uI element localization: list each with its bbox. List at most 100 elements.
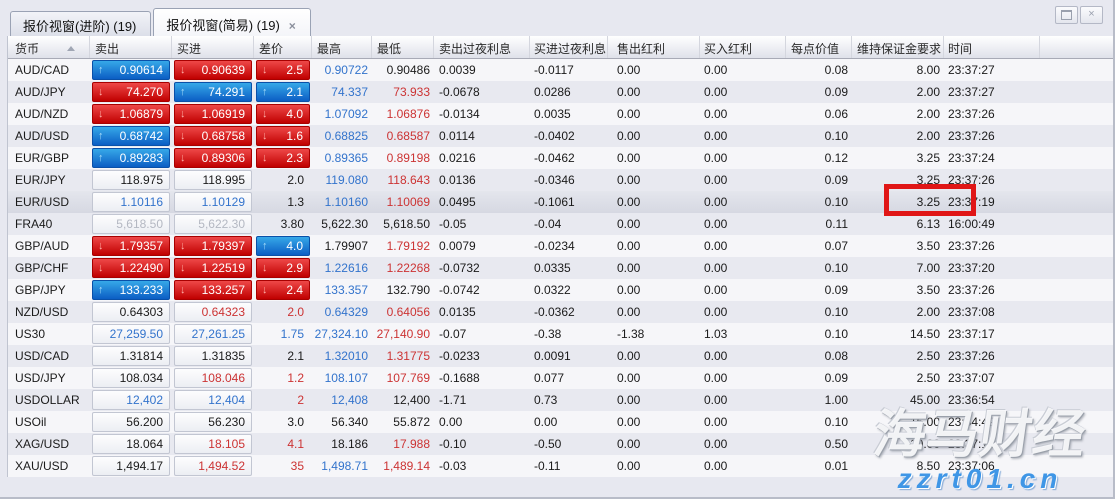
sell-dividend-value: 0.00 xyxy=(617,349,641,363)
sell-price-cell[interactable]: ↑ 0.89283 xyxy=(92,148,170,168)
buy-price-cell[interactable]: 108.046 xyxy=(174,368,252,388)
spread-cell[interactable]: ↓ 2.4 xyxy=(256,280,310,300)
spread-cell[interactable]: ↓ 4.0 xyxy=(256,104,310,124)
buy-price-cell[interactable]: 18.105 xyxy=(174,434,252,454)
price-value: 118.975 xyxy=(120,173,164,187)
sell-price-cell[interactable]: 0.64303 xyxy=(92,302,170,322)
sell-price-cell[interactable]: 1.10116 xyxy=(92,192,170,212)
quote-row[interactable]: AUD/USD ↑ 0.68742 ↓ 0.68758 ↓ 1.6 0.68825 0.6858… xyxy=(8,125,1113,147)
tab-quote-advanced[interactable]: 报价视窗(进阶) (19) xyxy=(10,11,152,36)
buy-rollover-value: -0.50 xyxy=(534,437,562,451)
margin-requirement-value: 2.00 xyxy=(916,85,940,99)
sell-price-cell[interactable]: ↓ 1.79357 xyxy=(92,236,170,256)
column-header-buy-rollover[interactable]: 买进过夜利息 xyxy=(530,36,608,58)
column-header-time[interactable]: 时间 xyxy=(944,36,1040,58)
pip-cost-value: 0.08 xyxy=(824,63,848,77)
quote-row[interactable]: XAG/USD 18.064 18.105 4.1 18.186 17.988 -0.10 -… xyxy=(8,433,1113,455)
buy-price-cell[interactable]: 1.31835 xyxy=(174,346,252,366)
quote-row[interactable]: GBP/JPY ↑ 133.233 ↓ 133.257 ↓ 2.4 133.357 132.79… xyxy=(8,279,1113,301)
sell-price-cell[interactable]: 108.034 xyxy=(92,368,170,388)
column-header-margin[interactable]: 维持保证金要求 xyxy=(852,36,944,58)
buy-price-cell[interactable]: ↓ 0.68758 xyxy=(174,126,252,146)
buy-price-cell[interactable]: 12,404 xyxy=(174,390,252,410)
buy-rollover-value: 0.077 xyxy=(534,371,565,385)
pip-cost-value: 0.07 xyxy=(824,239,848,253)
sell-price-cell[interactable]: 1,494.17 xyxy=(92,456,170,476)
buy-price-cell[interactable]: 0.64323 xyxy=(174,302,252,322)
quote-row[interactable]: AUD/NZD ↓ 1.06879 ↓ 1.06919 ↓ 4.0 1.07092 1.0687… xyxy=(8,103,1113,125)
quote-row[interactable]: XAU/USD 1,494.17 1,494.52 35 1,498.71 1,489.1… xyxy=(8,455,1113,477)
column-header-currency[interactable]: 货币 xyxy=(8,36,90,58)
column-header-buy[interactable]: 买进 xyxy=(172,36,254,58)
sell-price-cell[interactable]: ↓ 74.270 xyxy=(92,82,170,102)
sell-price-cell[interactable]: ↑ 0.90614 xyxy=(92,60,170,80)
spread-cell[interactable]: ↓ 2.9 xyxy=(256,258,310,278)
quote-row[interactable]: AUD/CAD ↑ 0.90614 ↓ 0.90639 ↓ 2.5 0.90722 0.9048… xyxy=(8,59,1113,81)
tab-close-icon[interactable]: × xyxy=(289,19,296,33)
buy-price-cell[interactable]: ↑ 74.291 xyxy=(174,82,252,102)
column-header-sell-rollover[interactable]: 卖出过夜利息 xyxy=(434,36,530,58)
spread-cell[interactable]: ↑ 2.1 xyxy=(256,82,310,102)
quote-row[interactable]: FRA40 5,618.50 5,622.30 3.80 5,622.30 5,618.5… xyxy=(8,213,1113,235)
buy-price-cell[interactable]: 1.10129 xyxy=(174,192,252,212)
quote-row[interactable]: USD/JPY 108.034 108.046 1.2 108.107 107.769 -0… xyxy=(8,367,1113,389)
price-value: 4.0 xyxy=(286,107,303,121)
buy-price-cell[interactable]: 56.230 xyxy=(174,412,252,432)
sell-price-cell[interactable]: ↓ 1.22490 xyxy=(92,258,170,278)
quote-row[interactable]: NZD/USD 0.64303 0.64323 2.0 0.64329 0.64056 0.… xyxy=(8,301,1113,323)
maximize-button[interactable] xyxy=(1055,6,1078,24)
time-value: 23:37:24 xyxy=(948,151,995,165)
quote-row[interactable]: USDOLLAR 12,402 12,404 2 12,408 12,400 -1.71 0.… xyxy=(8,389,1113,411)
column-header-spread[interactable]: 差价 xyxy=(254,36,312,58)
low-value: 0.90486 xyxy=(386,63,430,77)
column-header-sell[interactable]: 卖出 xyxy=(90,36,172,58)
buy-dividend-value: 0.00 xyxy=(704,393,728,407)
quote-row[interactable]: GBP/CHF ↓ 1.22490 ↓ 1.22519 ↓ 2.9 1.22616 1.2226… xyxy=(8,257,1113,279)
sell-price-cell[interactable]: 56.200 xyxy=(92,412,170,432)
sell-price-cell[interactable]: 12,402 xyxy=(92,390,170,410)
column-header-high[interactable]: 最高 xyxy=(312,36,372,58)
currency-name: EUR/GBP xyxy=(15,151,70,165)
quote-row[interactable]: AUD/JPY ↓ 74.270 ↑ 74.291 ↑ 2.1 74.337 73.933 -0.… xyxy=(8,81,1113,103)
quote-row[interactable]: EUR/GBP ↑ 0.89283 ↓ 0.89306 ↓ 2.3 0.89365 0.8919… xyxy=(8,147,1113,169)
quote-row[interactable]: USD/CAD 1.31814 1.31835 2.1 1.32010 1.31775 -0… xyxy=(8,345,1113,367)
buy-price-cell[interactable]: ↓ 0.90639 xyxy=(174,60,252,80)
column-header-sell-dividend[interactable]: 售出红利 xyxy=(608,36,700,58)
spread-cell[interactable]: ↑ 4.0 xyxy=(256,236,310,256)
sell-price-cell[interactable]: 1.31814 xyxy=(92,346,170,366)
buy-price-cell[interactable]: 5,622.30 xyxy=(174,214,252,234)
column-header-buy-dividend[interactable]: 买入红利 xyxy=(700,36,786,58)
buy-price-cell[interactable]: ↓ 1.79397 xyxy=(174,236,252,256)
sell-price-cell[interactable]: ↑ 0.68742 xyxy=(92,126,170,146)
column-header-low[interactable]: 最低 xyxy=(372,36,434,58)
sell-dividend-value: 0.00 xyxy=(617,371,641,385)
buy-price-cell[interactable]: ↓ 133.257 xyxy=(174,280,252,300)
quote-row[interactable]: USOil 56.200 56.230 3.0 56.340 55.872 0.00 0.00… xyxy=(8,411,1113,433)
column-header-pip-cost[interactable]: 每点价值 xyxy=(786,36,852,58)
sell-rollover-value: -0.0134 xyxy=(439,107,480,121)
buy-price-cell[interactable]: ↓ 1.06919 xyxy=(174,104,252,124)
buy-price-cell[interactable]: 27,261.25 xyxy=(174,324,252,344)
buy-price-cell[interactable]: 118.995 xyxy=(174,170,252,190)
sell-price-cell[interactable]: ↑ 133.233 xyxy=(92,280,170,300)
spread-cell[interactable]: ↓ 2.5 xyxy=(256,60,310,80)
buy-dividend-value: 0.00 xyxy=(704,305,728,319)
spread-cell[interactable]: ↓ 2.3 xyxy=(256,148,310,168)
quote-row[interactable]: GBP/AUD ↓ 1.79357 ↓ 1.79397 ↑ 4.0 1.79907 1.7919… xyxy=(8,235,1113,257)
sell-price-cell[interactable]: 118.975 xyxy=(92,170,170,190)
buy-price-cell[interactable]: 1,494.52 xyxy=(174,456,252,476)
tab-quote-simple[interactable]: 报价视窗(简易) (19) × xyxy=(153,8,311,36)
buy-price-cell[interactable]: ↓ 0.89306 xyxy=(174,148,252,168)
sell-price-cell[interactable]: 18.064 xyxy=(92,434,170,454)
sell-price-cell[interactable]: 27,259.50 xyxy=(92,324,170,344)
sell-price-cell[interactable]: ↓ 1.06879 xyxy=(92,104,170,124)
buy-rollover-value: 0.73 xyxy=(534,393,558,407)
buy-price-cell[interactable]: ↓ 1.22519 xyxy=(174,258,252,278)
sell-dividend-value: 0.00 xyxy=(617,393,641,407)
sell-price-cell[interactable]: 5,618.50 xyxy=(92,214,170,234)
high-value: 18.186 xyxy=(331,437,368,451)
spread-cell[interactable]: ↓ 1.6 xyxy=(256,126,310,146)
window-controls: × xyxy=(1055,6,1103,24)
quote-row[interactable]: US30 27,259.50 27,261.25 1.75 27,324.10 27,14… xyxy=(8,323,1113,345)
close-button[interactable]: × xyxy=(1080,6,1103,24)
